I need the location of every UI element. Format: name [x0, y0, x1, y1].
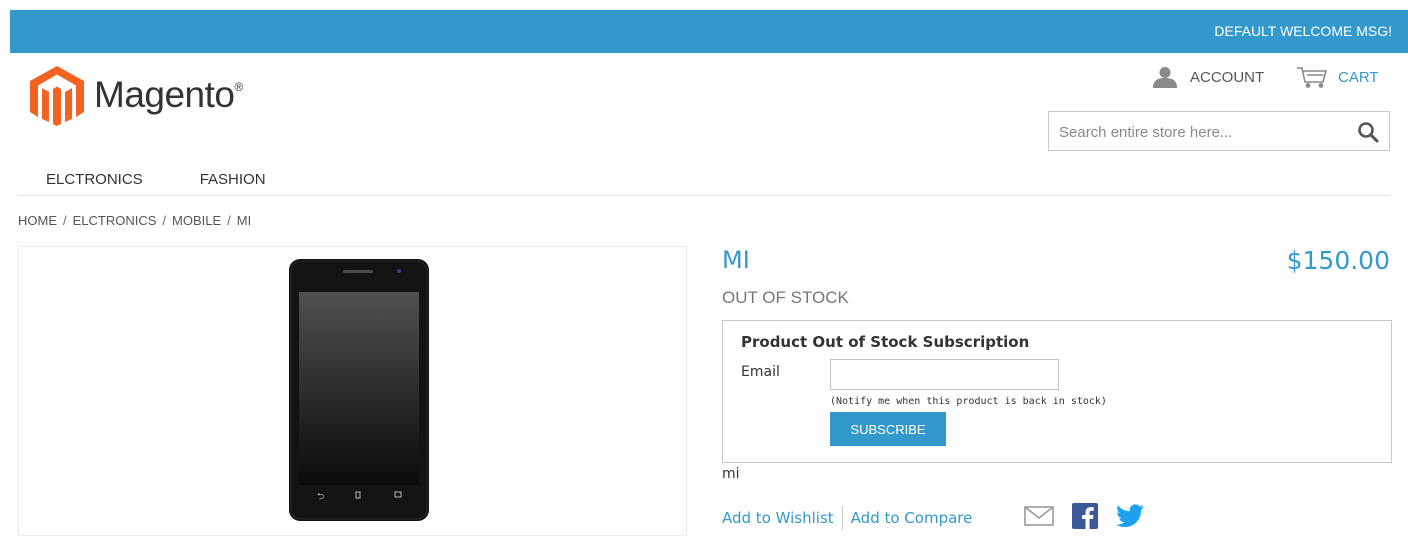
product-short-description: mi	[722, 466, 740, 482]
product-phone-image: ⮌	[289, 259, 429, 521]
email-field[interactable]	[830, 359, 1059, 390]
top-bar: DEFAULT WELCOME MSG!	[10, 10, 1408, 53]
email-share-icon[interactable]	[1024, 506, 1054, 526]
product-image-gallery[interactable]: ⮌	[18, 246, 687, 536]
stock-subscription-box: Product Out of Stock Subscription Email …	[722, 320, 1392, 463]
breadcrumb: HOME / ELCTRONICS / MOBILE / MI	[18, 213, 251, 228]
nav-item-fashion[interactable]: FASHION	[200, 171, 266, 188]
breadcrumb-separator: /	[227, 213, 231, 228]
twitter-icon[interactable]	[1116, 504, 1144, 528]
account-label: ACCOUNT	[1190, 68, 1265, 86]
logo-registered-mark: ®	[234, 80, 244, 94]
subscribe-button[interactable]: SUBSCRIBE	[830, 412, 946, 446]
logo-wordmark-text: Magento	[94, 74, 235, 115]
magento-logo-icon	[30, 66, 84, 126]
breadcrumb-separator: /	[63, 213, 67, 228]
social-share	[1024, 503, 1144, 529]
breadcrumb-home[interactable]: HOME	[18, 213, 57, 228]
action-divider	[841, 506, 843, 530]
add-to-compare-link[interactable]: Add to Compare	[851, 509, 973, 527]
svg-text:⮌: ⮌	[317, 492, 324, 502]
nav-item-electronics[interactable]: ELCTRONICS	[46, 171, 143, 188]
search-box	[1048, 111, 1390, 152]
account-link[interactable]: ACCOUNT	[1152, 65, 1264, 89]
cart-label: CART	[1338, 68, 1379, 86]
breadcrumb-mobile[interactable]: MOBILE	[172, 213, 221, 228]
cart-icon	[1297, 67, 1328, 88]
magento-logo[interactable]: Magento®	[28, 64, 268, 126]
cart-link[interactable]: CART	[1296, 65, 1379, 89]
notify-hint: (Notify me when this product is back in …	[830, 396, 1107, 407]
product-name: MI	[722, 246, 750, 274]
breadcrumb-current: MI	[236, 213, 252, 228]
search-icon[interactable]	[1357, 121, 1379, 143]
breadcrumb-separator: /	[162, 213, 167, 228]
facebook-icon[interactable]	[1072, 503, 1098, 529]
nav-divider	[18, 195, 1390, 196]
user-icon	[1153, 67, 1177, 88]
stock-status: OUT OF STOCK	[722, 288, 849, 307]
subscription-title: Product Out of Stock Subscription	[741, 333, 1030, 351]
logo-wordmark: Magento®	[94, 74, 243, 116]
welcome-message: DEFAULT WELCOME MSG!	[1214, 23, 1392, 39]
product-actions: Add to Wishlist Add to Compare	[722, 506, 972, 530]
breadcrumb-electronics[interactable]: ELCTRONICS	[73, 213, 157, 228]
search-input[interactable]	[1049, 112, 1351, 152]
email-label: Email	[741, 364, 780, 380]
product-price: $150.00	[1286, 246, 1390, 275]
add-to-wishlist-link[interactable]: Add to Wishlist	[722, 509, 834, 527]
main-nav: ELCTRONICS FASHION	[46, 171, 266, 188]
